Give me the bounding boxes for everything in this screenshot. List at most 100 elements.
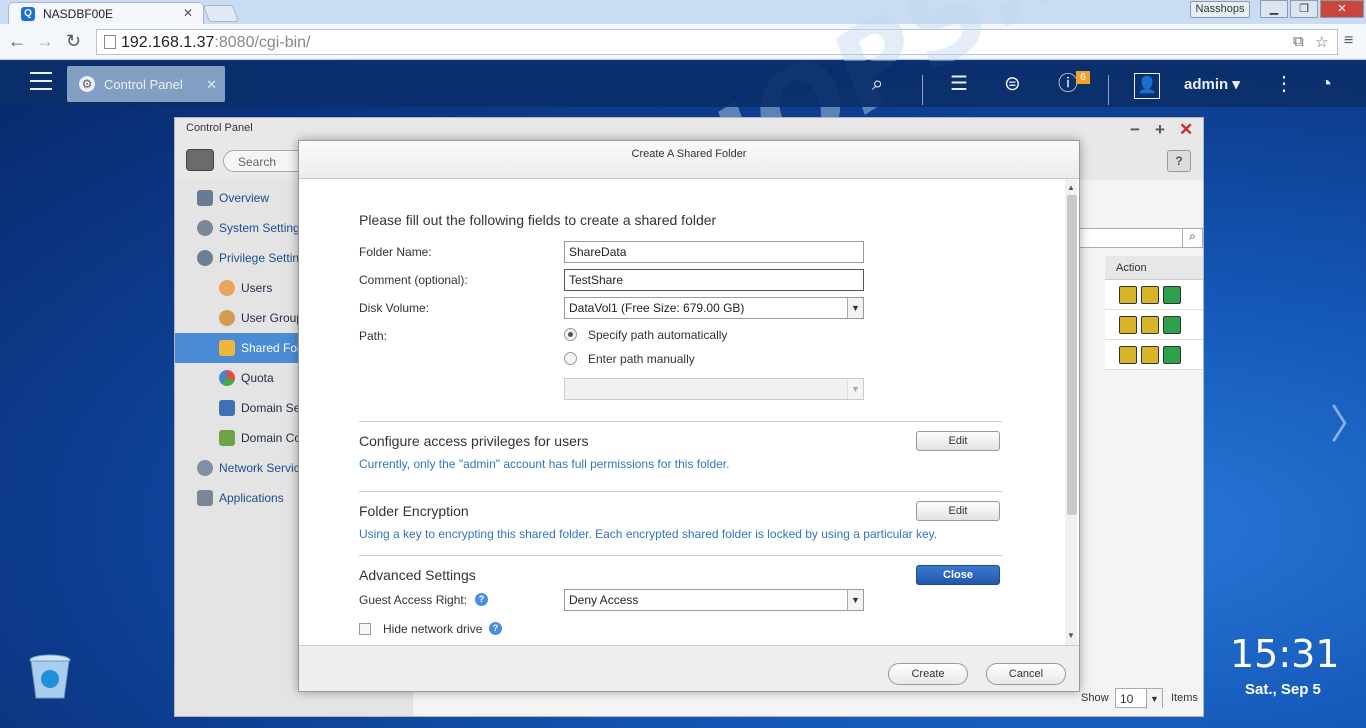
- items-label: Items: [1171, 692, 1198, 704]
- scroll-down-arrow-icon[interactable]: ▼: [1067, 631, 1075, 640]
- refresh-icon[interactable]: [1163, 316, 1181, 334]
- bookmark-star-icon[interactable]: ☆: [1315, 33, 1328, 51]
- forward-arrow-icon[interactable]: →: [36, 31, 54, 52]
- edit-encryption-button[interactable]: Edit: [916, 501, 1000, 521]
- help-button[interactable]: ?: [1167, 150, 1191, 172]
- address-bar-row: ← → ↻ 192.168.1.37:8080/cgi-bin/ ⧉ ☆ ≡: [0, 24, 1366, 60]
- table-row: [1105, 280, 1203, 310]
- disk-volume-select[interactable]: DataVol1 (Free Size: 679.00 GB) ▼: [564, 297, 864, 319]
- chevron-down-icon: ▼: [847, 298, 863, 318]
- privilege-person-icon: [197, 250, 213, 266]
- recycle-bin-icon[interactable]: [28, 654, 72, 700]
- access-description: Currently, only the "admin" account has …: [359, 457, 730, 471]
- minimize-window-button[interactable]: ▁: [1260, 0, 1288, 18]
- dashboard-gauge-icon[interactable]: ◔: [1320, 73, 1332, 95]
- hide-network-drive-checkbox[interactable]: [359, 623, 371, 635]
- new-tab-button[interactable]: [202, 5, 240, 22]
- separator: [922, 75, 923, 105]
- search-icon[interactable]: ⌕: [872, 73, 883, 95]
- edit-properties-icon[interactable]: [1119, 316, 1137, 334]
- path-auto-label[interactable]: Specify path automatically: [588, 328, 727, 342]
- advanced-heading: Advanced Settings: [359, 567, 476, 583]
- applications-icon: [197, 490, 213, 506]
- help-question-icon[interactable]: ?: [475, 593, 488, 606]
- search-icon[interactable]: ⌕: [1182, 229, 1202, 247]
- qnap-favicon-icon: Q: [21, 7, 35, 21]
- scroll-up-arrow-icon[interactable]: ▲: [1067, 183, 1075, 192]
- encryption-description: Using a key to encrypting this shared fo…: [359, 527, 938, 541]
- path-label: Path:: [359, 329, 388, 343]
- more-options-icon[interactable]: ⋮: [1274, 73, 1294, 95]
- divider: [359, 555, 1002, 556]
- edit-permissions-icon[interactable]: [1141, 346, 1159, 364]
- scroll-thumb[interactable]: [1067, 195, 1077, 515]
- dialog-scrollbar[interactable]: ▲ ▼: [1065, 179, 1077, 645]
- next-page-arrow-icon[interactable]: 〉: [1330, 392, 1366, 450]
- maximize-icon[interactable]: +: [1155, 120, 1165, 140]
- path-manual-radio[interactable]: [564, 352, 577, 365]
- chevron-down-icon: ▼: [1146, 689, 1162, 709]
- edit-access-button[interactable]: Edit: [916, 431, 1000, 451]
- close-advanced-button[interactable]: Close: [916, 565, 1000, 585]
- items-per-page-select[interactable]: 10 ▼: [1115, 688, 1163, 709]
- edit-permissions-icon[interactable]: [1141, 286, 1159, 304]
- table-row: [1105, 340, 1203, 370]
- system-settings-gear-icon: [197, 220, 213, 236]
- create-button[interactable]: Create: [888, 663, 968, 685]
- overview-icon: [197, 190, 213, 206]
- main-menu-icon[interactable]: [30, 72, 52, 96]
- page-icon: [104, 35, 116, 49]
- reload-icon[interactable]: ↻: [66, 31, 81, 52]
- help-question-icon[interactable]: ?: [489, 622, 502, 635]
- url-text: 192.168.1.37:8080/cgi-bin/: [121, 34, 311, 51]
- path-select[interactable]: ▼: [564, 378, 864, 400]
- desktop-clock: 15:31: [1230, 632, 1340, 676]
- hide-network-drive-label[interactable]: Hide network drive: [383, 622, 482, 636]
- table-row: [1105, 310, 1203, 340]
- edit-permissions-icon[interactable]: [1141, 316, 1159, 334]
- shared-folder-icon: [219, 340, 235, 356]
- path-manual-label[interactable]: Enter path manually: [588, 352, 695, 366]
- browser-profile[interactable]: Nasshops: [1190, 1, 1250, 18]
- url-field[interactable]: 192.168.1.37:8080/cgi-bin/ ⧉ ☆: [96, 29, 1338, 55]
- action-column-header: Action: [1105, 256, 1203, 280]
- browser-tabstrip: Q NASDBF00E ✕ Nasshops ▁ ❐ ✕: [0, 0, 1366, 24]
- translate-icon[interactable]: ⧉: [1293, 33, 1304, 50]
- background-tasks-icon[interactable]: ☰: [950, 73, 968, 95]
- close-icon[interactable]: ✕: [1179, 120, 1193, 140]
- refresh-icon[interactable]: [1163, 286, 1181, 304]
- user-groups-icon: [219, 310, 235, 326]
- edit-properties-icon[interactable]: [1119, 346, 1137, 364]
- external-device-icon[interactable]: ⊜: [1004, 73, 1021, 95]
- guest-access-select[interactable]: Deny Access ▼: [564, 589, 864, 611]
- close-tab-icon[interactable]: ✕: [183, 6, 193, 20]
- comment-label: Comment (optional):: [359, 273, 468, 287]
- dialog-body: Please fill out the following fields to …: [299, 179, 1079, 645]
- user-menu[interactable]: admin ▾: [1184, 75, 1240, 93]
- close-window-button[interactable]: ✕: [1320, 0, 1364, 18]
- domain-controller-icon: [219, 430, 235, 446]
- home-grid-icon[interactable]: [186, 149, 214, 171]
- control-panel-app-tab[interactable]: ⚙ Control Panel ✕: [67, 66, 225, 102]
- close-app-icon[interactable]: ✕: [206, 77, 217, 93]
- minimize-icon[interactable]: −: [1130, 120, 1140, 140]
- notification-info-icon[interactable]: ⓘ: [1058, 73, 1078, 95]
- divider: [359, 421, 1002, 422]
- browser-menu-icon[interactable]: ≡: [1344, 32, 1353, 50]
- cancel-button[interactable]: Cancel: [986, 663, 1066, 685]
- edit-properties-icon[interactable]: [1119, 286, 1137, 304]
- user-avatar-icon[interactable]: 👤: [1134, 73, 1160, 99]
- divider: [359, 491, 1002, 492]
- refresh-icon[interactable]: [1163, 346, 1181, 364]
- back-arrow-icon[interactable]: ←: [8, 31, 26, 52]
- separator: [1108, 75, 1109, 105]
- path-auto-radio[interactable]: [564, 328, 577, 341]
- disk-volume-label: Disk Volume:: [359, 301, 430, 315]
- qts-top-bar: ⚙ Control Panel ✕ ⌕ ☰ ⊜ ⓘ 👤 admin ▾ ⋮ ◔: [0, 61, 1366, 107]
- comment-field[interactable]: TestShare: [564, 269, 864, 291]
- notification-badge: 6: [1076, 71, 1090, 84]
- folder-search-input[interactable]: ⌕: [1073, 228, 1203, 248]
- restore-window-button[interactable]: ❐: [1290, 0, 1318, 18]
- folder-name-field[interactable]: ShareData: [564, 241, 864, 263]
- browser-tab[interactable]: Q NASDBF00E ✕: [8, 2, 204, 24]
